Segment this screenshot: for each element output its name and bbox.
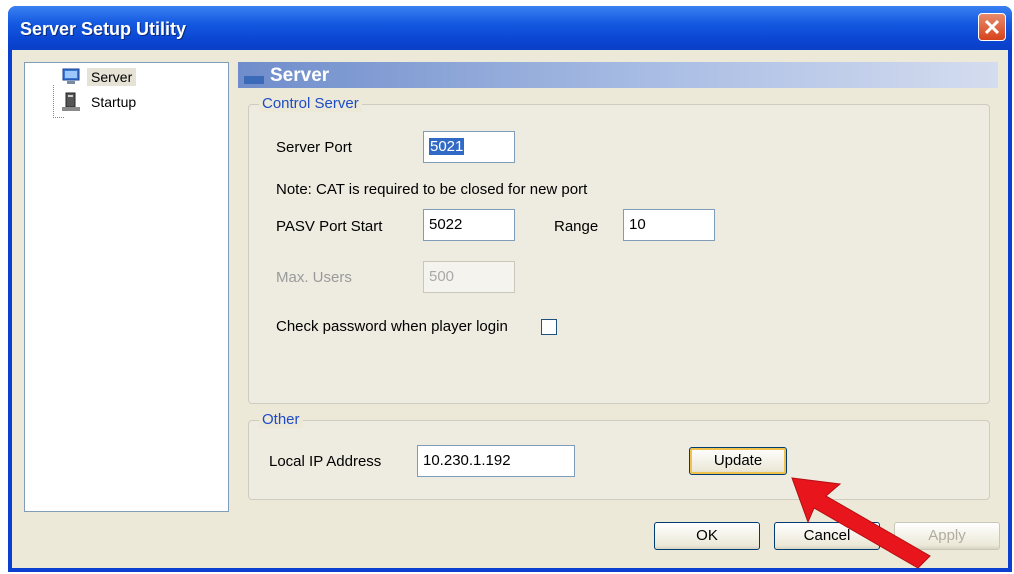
close-icon <box>985 20 999 34</box>
tree-item-startup[interactable]: Startup <box>61 91 140 113</box>
update-button[interactable]: Update <box>689 447 787 475</box>
port-change-note: Note: CAT is required to be closed for n… <box>276 181 588 198</box>
panel-title: Server <box>270 65 330 86</box>
max-users-input: 500 <box>423 261 515 293</box>
check-password-label: Check password when player login <box>276 318 508 335</box>
range-label: Range <box>554 218 599 235</box>
monitor-icon <box>62 68 80 84</box>
ok-button[interactable]: OK <box>654 522 760 550</box>
control-server-group: Control Server Server Port 5021 Note: CA… <box>248 95 990 404</box>
close-button[interactable] <box>978 13 1006 41</box>
tree-item-label: Startup <box>91 94 137 110</box>
local-ip-input[interactable]: 10.230.1.192 <box>417 445 575 477</box>
check-password-checkbox[interactable] <box>541 319 557 335</box>
control-server-legend: Control Server <box>259 95 362 112</box>
title-bar[interactable]: Server Setup Utility <box>8 6 1012 50</box>
range-input[interactable]: 10 <box>623 209 715 241</box>
settings-tree: Server Startup <box>24 62 229 512</box>
other-legend: Other <box>259 411 303 428</box>
tree-item-server[interactable]: Server <box>61 66 137 88</box>
tree-item-label: Server <box>87 68 137 86</box>
server-port-label: Server Port <box>276 139 352 156</box>
local-ip-label: Local IP Address <box>269 453 382 470</box>
pasv-port-start-input[interactable]: 5022 <box>423 209 515 241</box>
annotation-arrow-icon <box>791 477 931 569</box>
computer-icon <box>62 92 80 111</box>
panel-header-icon <box>244 76 264 84</box>
pasv-port-start-label: PASV Port Start <box>276 218 383 235</box>
max-users-label: Max. Users <box>276 269 352 286</box>
server-port-input[interactable]: 5021 <box>423 131 515 163</box>
panel-header: Server <box>238 62 998 88</box>
window-title: Server Setup Utility <box>20 19 187 39</box>
